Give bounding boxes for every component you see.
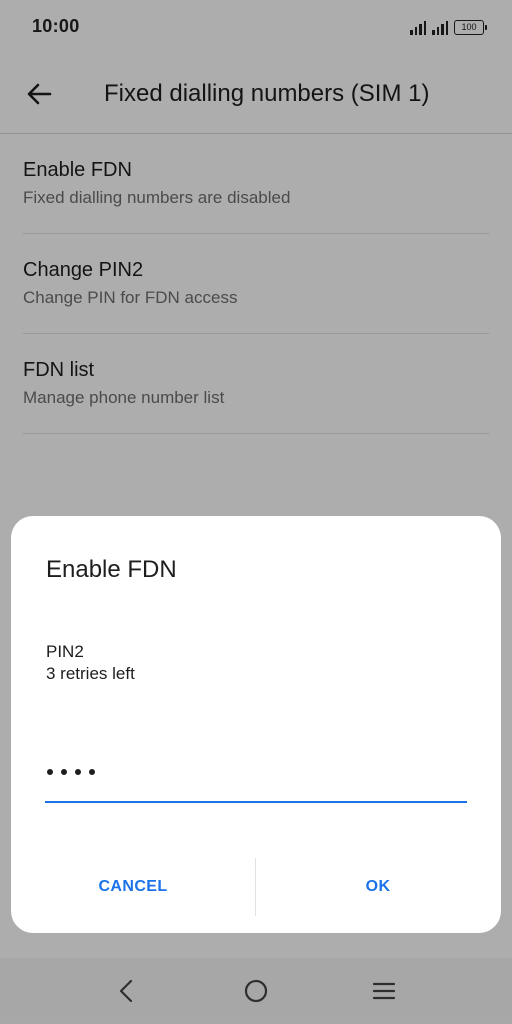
pin-dot — [47, 769, 53, 775]
pin-masked-value — [47, 769, 95, 775]
cancel-button[interactable]: CANCEL — [11, 858, 255, 916]
pin-dot — [89, 769, 95, 775]
enable-fdn-dialog: Enable FDN PIN2 3 retries left CANCEL OK — [11, 516, 501, 933]
dialog-title: Enable FDN — [46, 556, 177, 583]
ok-button[interactable]: OK — [256, 858, 500, 916]
dialog-actions: CANCEL OK — [11, 858, 501, 916]
input-underline — [45, 801, 467, 803]
dialog-retries-text: 3 retries left — [46, 664, 135, 683]
dialog-message-label: PIN2 — [46, 642, 84, 661]
screen: 10:00 100 Fixed dialling numbers (SIM 1)… — [0, 0, 512, 1024]
pin2-input[interactable] — [45, 759, 467, 803]
dialog-message: PIN2 3 retries left — [46, 641, 135, 685]
pin-dot — [61, 769, 67, 775]
pin-dot — [75, 769, 81, 775]
